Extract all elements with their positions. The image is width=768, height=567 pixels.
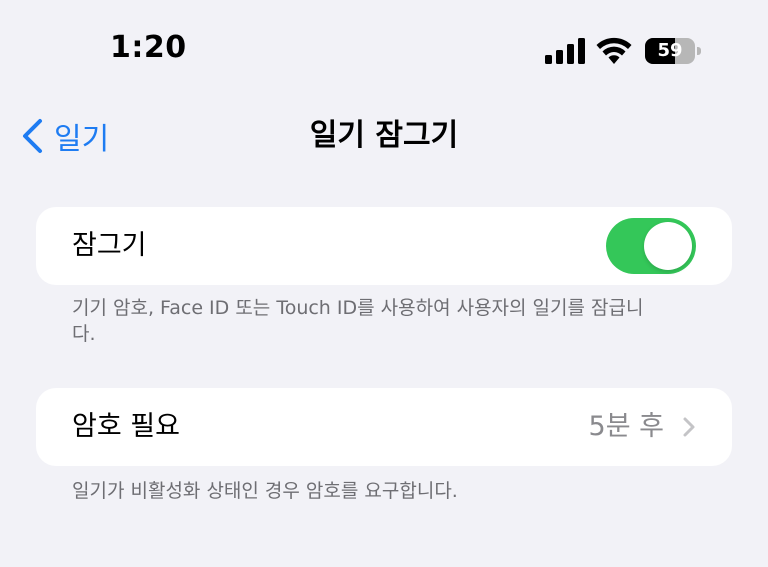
back-button[interactable]: 일기 — [20, 116, 110, 157]
require-password-row[interactable]: 암호 필요 5분 후 — [36, 388, 732, 466]
toggle-knob — [644, 222, 692, 270]
status-bar: 1:20 59 — [0, 0, 768, 100]
chevron-right-icon — [683, 417, 695, 437]
status-time: 1:20 — [110, 30, 187, 65]
back-button-label: 일기 — [54, 122, 110, 157]
navigation-bar: 일기 잠그기 일기 — [0, 100, 768, 170]
battery-level: 59 — [657, 40, 683, 61]
lock-row: 잠그기 — [36, 207, 732, 285]
battery-nub — [697, 47, 701, 55]
battery-icon: 59 — [645, 38, 701, 64]
lock-toggle[interactable] — [606, 218, 696, 274]
chevron-left-icon — [23, 119, 42, 153]
require-password-label: 암호 필요 — [72, 411, 180, 442]
lock-footnote: 기기 암호, Face ID 또는 Touch ID를 사용하여 사용자의 일기… — [72, 297, 644, 345]
battery-body: 59 — [645, 38, 695, 64]
lock-label: 잠그기 — [72, 230, 147, 261]
signal-icon — [545, 38, 585, 64]
page-title: 일기 잠그기 — [309, 118, 459, 153]
password-footnote: 일기가 비활성화 상태인 경우 암호를 요구합니다. — [72, 480, 458, 502]
wifi-icon — [596, 37, 632, 64]
require-password-value: 5분 후 — [588, 411, 664, 442]
